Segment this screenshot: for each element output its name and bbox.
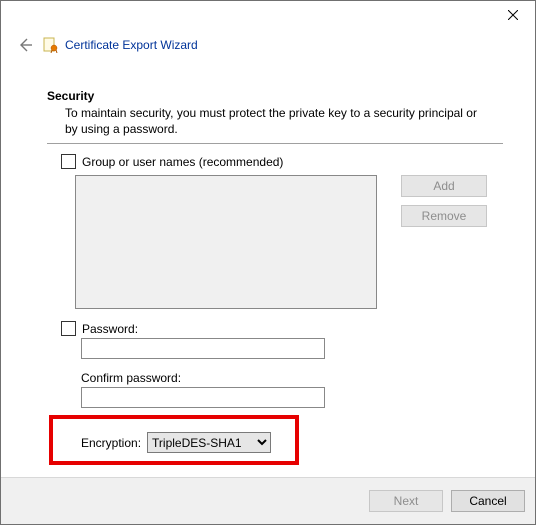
remove-button[interactable]: Remove (401, 205, 487, 227)
wizard-footer: Next Cancel (1, 477, 535, 524)
encryption-label: Encryption: (81, 436, 141, 450)
close-button[interactable] (491, 1, 535, 29)
group-names-label: Group or user names (recommended) (82, 155, 283, 169)
encryption-row: Encryption: TripleDES-SHA1 (81, 432, 503, 453)
back-button[interactable] (15, 35, 35, 55)
password-block: Password: Confirm password: Encryption: … (61, 321, 503, 453)
password-label: Password: (82, 322, 138, 336)
password-row: Password: (61, 321, 503, 336)
wizard-title: Certificate Export Wizard (65, 38, 198, 52)
password-checkbox[interactable] (61, 321, 76, 336)
encryption-select[interactable]: TripleDES-SHA1 (147, 432, 271, 453)
confirm-password-label: Confirm password: (81, 371, 503, 385)
certificate-icon (43, 37, 59, 53)
password-input[interactable] (81, 338, 325, 359)
group-buttons: Add Remove (401, 175, 487, 309)
divider (47, 143, 503, 144)
group-area: Add Remove (75, 175, 503, 309)
wizard-header: Certificate Export Wizard (1, 29, 535, 61)
next-button[interactable]: Next (369, 490, 443, 512)
arrow-left-icon (17, 37, 33, 53)
close-icon (508, 10, 518, 20)
confirm-password-input[interactable] (81, 387, 325, 408)
group-names-row: Group or user names (recommended) (61, 154, 503, 169)
cancel-button[interactable]: Cancel (451, 490, 525, 512)
wizard-window: Certificate Export Wizard Security To ma… (0, 0, 536, 525)
section-title: Security (47, 89, 503, 103)
section-description: To maintain security, you must protect t… (65, 105, 485, 137)
titlebar (1, 1, 535, 29)
add-button[interactable]: Add (401, 175, 487, 197)
group-names-checkbox[interactable] (61, 154, 76, 169)
wizard-body: Security To maintain security, you must … (1, 61, 535, 453)
principals-listbox[interactable] (75, 175, 377, 309)
